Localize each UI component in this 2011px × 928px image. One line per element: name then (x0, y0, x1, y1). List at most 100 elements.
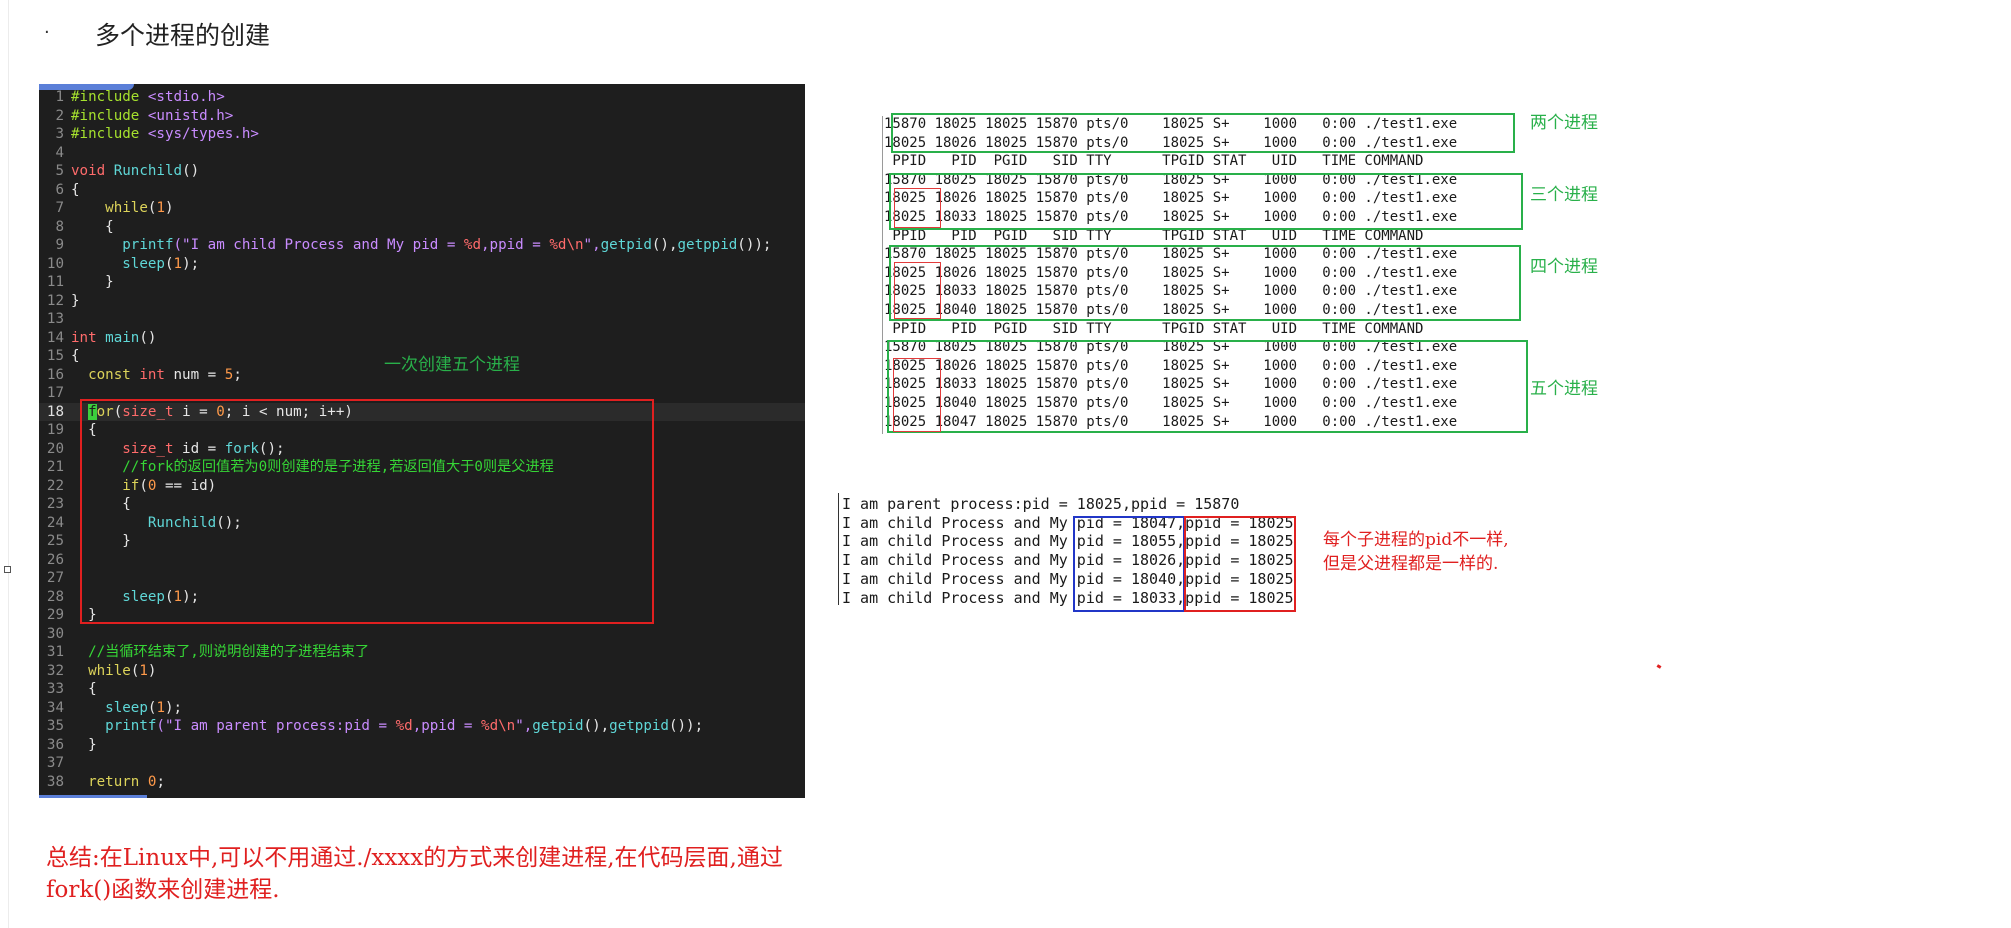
code-token: { (71, 218, 114, 235)
code-line: 32 while(1) (39, 662, 805, 681)
code-token: ; (233, 366, 242, 383)
line-number: 26 (46, 551, 64, 568)
code-token: %d\n (549, 237, 584, 253)
line-number: 19 (46, 422, 64, 438)
code-token: 1 (156, 200, 165, 216)
line-number: 1 (55, 89, 64, 105)
code-token: ; (156, 773, 165, 790)
code-line: 3 #include <sys/types.h> (39, 125, 805, 144)
line-number: 31 (46, 644, 64, 660)
code-token: ) (164, 200, 174, 216)
group-label-two: 两个进程 (1530, 113, 1598, 133)
code-token: 1 (139, 662, 148, 679)
code-token: <stdio.h> (147, 89, 225, 105)
code-token: return (88, 773, 148, 790)
page-edge-line (8, 0, 9, 928)
line-number: 18 (46, 403, 64, 420)
line-number: 22 (46, 477, 64, 494)
code-token: ); (164, 699, 183, 716)
code-line: 2 #include <unistd.h> (39, 107, 805, 126)
ps-header-row: PPID PID PGID SID TTY TPGID STAT UID TIM… (884, 153, 1424, 170)
line-number: 33 (46, 681, 64, 697)
code-line: 6{ (39, 181, 805, 200)
code-token: while (105, 200, 148, 216)
code-line: 7 while(1) (39, 199, 805, 218)
line-number: 14 (46, 329, 64, 346)
code-token: ,ppid = (412, 718, 482, 734)
line-number: 13 (46, 311, 64, 327)
code-token: getppid (609, 718, 669, 734)
code-line: 36 } (39, 736, 805, 755)
terminal-left-border (882, 116, 883, 434)
code-token: int (139, 366, 174, 383)
for-loop-highlight-box (80, 399, 654, 624)
line-number: 35 (46, 718, 64, 734)
parent-ppid-highlight-box (1184, 516, 1296, 612)
code-line: 35 printf("I am parent process:pid = %d,… (39, 717, 805, 736)
code-token: ()); (668, 718, 704, 734)
code-token: while (88, 662, 131, 679)
code-token: const (88, 366, 140, 383)
child-pid-highlight-box (1073, 516, 1185, 612)
line-number: 16 (46, 366, 64, 383)
stray-red-mark (1656, 664, 1662, 669)
code-token: main (105, 329, 140, 346)
line-number: 36 (46, 736, 64, 753)
line-number: 38 (46, 773, 64, 790)
code-token: } (71, 736, 97, 753)
code-token: sleep (122, 255, 165, 272)
code-line: 4 (39, 144, 805, 163)
group-box-two (891, 113, 1515, 153)
line-number: 25 (46, 533, 64, 549)
code-token: () (139, 329, 157, 346)
code-token: printf (122, 237, 174, 253)
line-number: 34 (46, 699, 64, 716)
pid-note-line: 每个子进程的pid不一样, (1323, 530, 1509, 550)
code-token: (), (583, 718, 610, 734)
line-number: 8 (55, 218, 64, 235)
output-line: I am parent process:pid = 18025,ppid = 1… (842, 495, 1240, 513)
code-token: { (71, 348, 80, 364)
code-token: getpid (600, 237, 652, 253)
code-token: #include (71, 89, 148, 105)
code-token: ,ppid = (481, 237, 550, 253)
code-line: 12} (39, 292, 805, 311)
code-line: 30 (39, 625, 805, 644)
ppid-highlight-four (894, 262, 941, 319)
line-number: 37 (46, 755, 64, 771)
ppid-highlight-five (893, 358, 941, 432)
line-number: 11 (46, 274, 64, 290)
code-token: %d (395, 718, 413, 734)
line-number: 20 (46, 440, 64, 457)
code-token: { (71, 681, 97, 697)
line-number: 28 (46, 588, 64, 605)
code-line: 31 //当循环结束了,则说明创建的子进程结束了 (39, 643, 805, 662)
code-line: 11 } (39, 273, 805, 292)
code-line: 14 int main() (39, 329, 805, 348)
group-box-three (889, 173, 1523, 230)
code-token: Runchild (113, 163, 183, 179)
code-token: () (182, 163, 200, 179)
group-box-four (889, 245, 1521, 321)
code-line: 34 sleep(1); (39, 699, 805, 718)
pid-note: 每个子进程的pid不一样, 但是父进程都是一样的. (1323, 528, 1509, 576)
code-token: <sys/types.h> (147, 126, 259, 142)
code-token: 1 (156, 699, 165, 716)
ps-header-row: PPID PID PGID SID TTY TPGID STAT UID TIM… (884, 320, 1424, 337)
line-number: 21 (46, 459, 64, 475)
line-number: 7 (55, 200, 64, 216)
page-edge-marker (4, 566, 11, 573)
code-token: %d\n (481, 718, 516, 734)
line-number: 30 (46, 625, 64, 642)
code-token: ", (515, 718, 533, 734)
code-token: ", (583, 237, 601, 253)
code-token: (), (651, 237, 678, 253)
code-token: } (71, 292, 80, 309)
code-token: <unistd.h> (147, 107, 234, 124)
code-token: printf (105, 718, 157, 734)
